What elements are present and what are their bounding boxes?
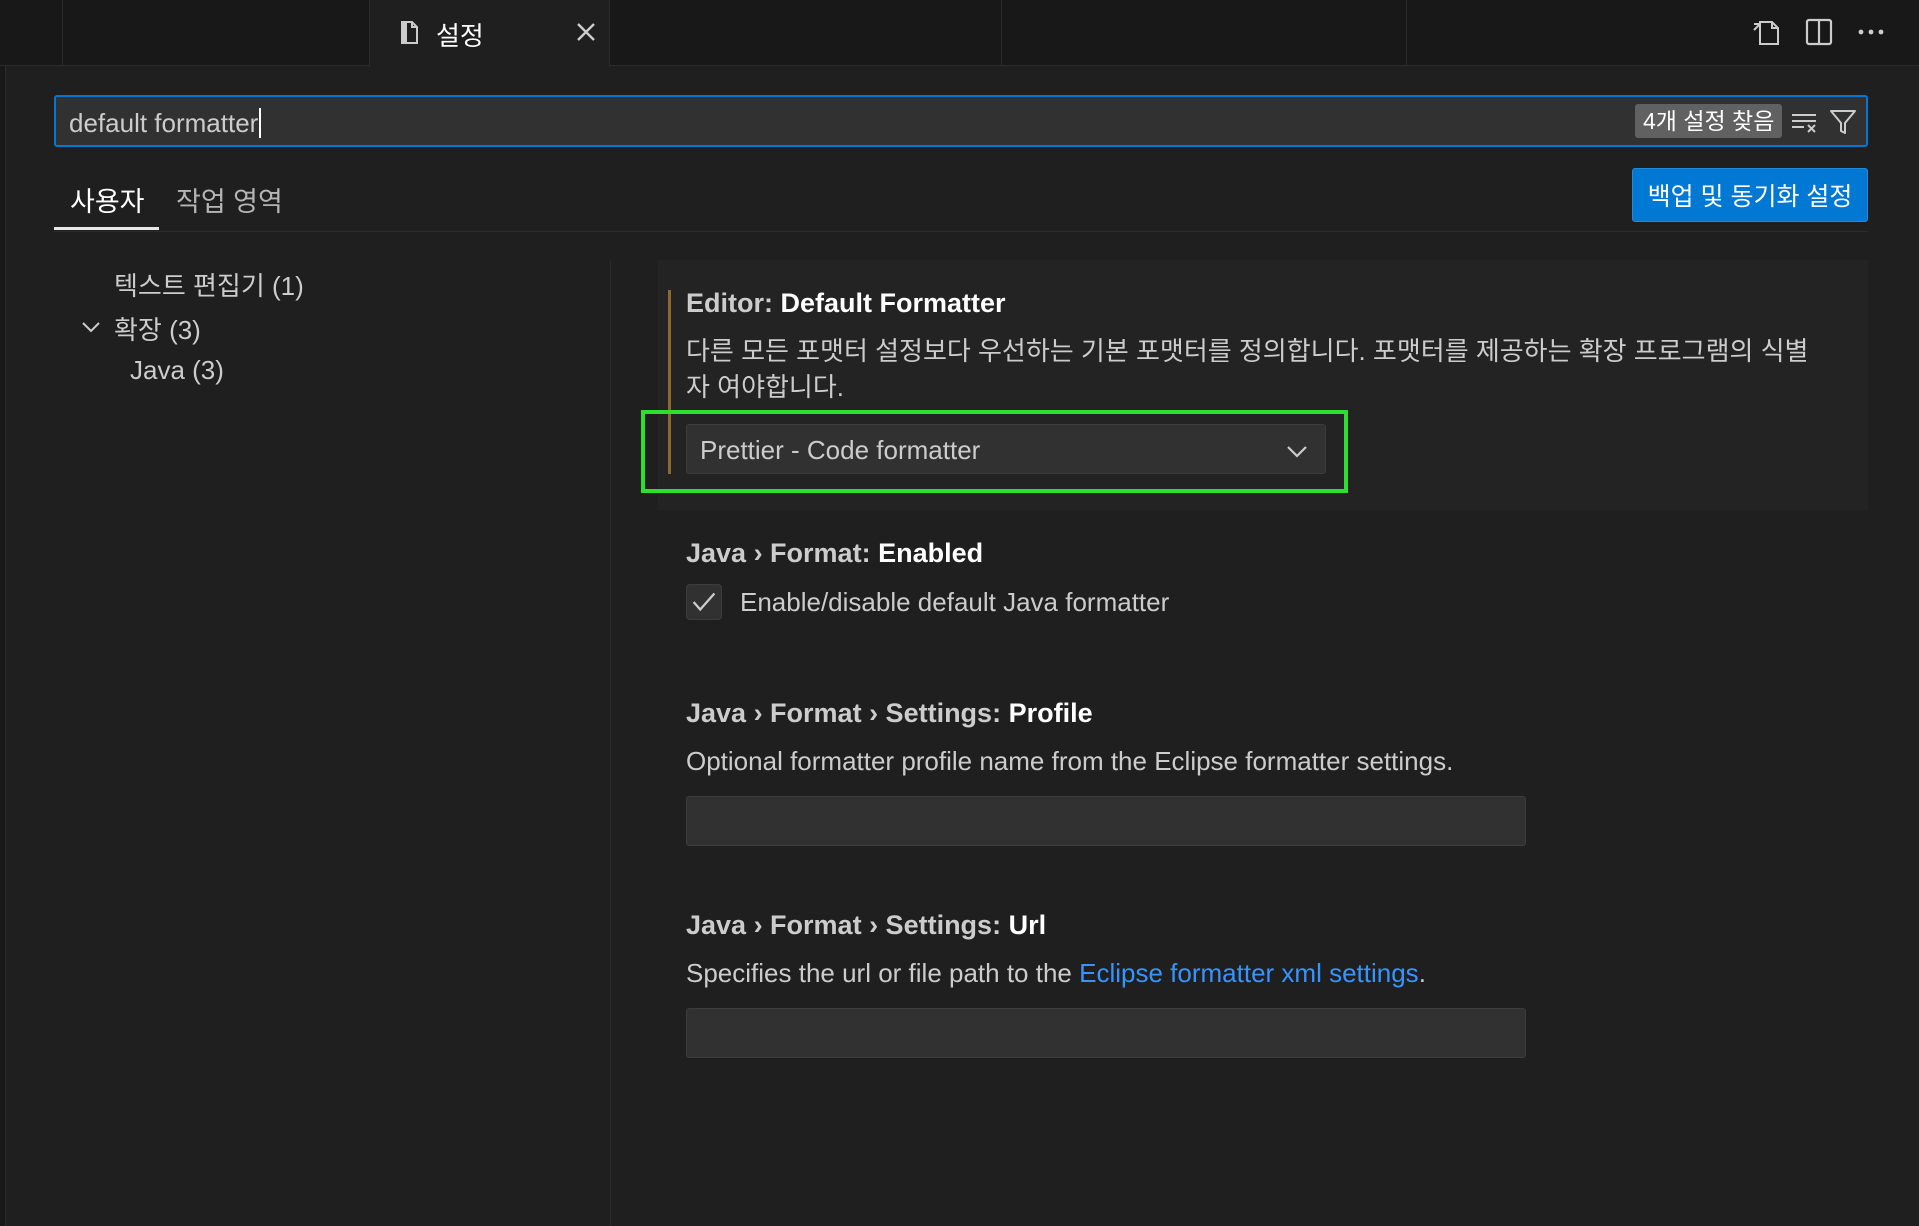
scope-divider [54,231,1868,232]
split-editor-icon[interactable] [1801,14,1837,50]
setting-category: Java › Format › Settings: [686,910,1009,940]
setting-category: Editor: [686,288,781,318]
setting-title: Java › Format: Enabled [686,538,983,569]
select-value: Prettier - Code formatter [700,435,981,465]
description-line: 다른 모든 포맷터 설정보다 우선하는 기본 포맷터를 정의합니다. 포맷터를 … [686,336,1809,366]
backup-sync-button[interactable]: 백업 및 동기화 설정 [1632,168,1868,222]
tab-separator [1001,0,1002,66]
toc-item-extensions[interactable]: 확장 (3) [114,310,201,347]
setting-title: Java › Format › Settings: Profile [686,698,1093,729]
more-actions-icon[interactable] [1853,14,1889,50]
description-text: Specifies the url or file path to the [686,958,1080,988]
close-icon[interactable] [568,14,604,50]
toc-item-text-editor[interactable]: 텍스트 편집기 (1) [114,266,304,303]
search-value[interactable]: default formatter [69,108,262,138]
tab-separator [1406,0,1407,66]
setting-category: Java › Format: [686,538,879,568]
check-icon [692,592,716,612]
activity-edge [0,0,6,1226]
tab-workspace[interactable]: 작업 영역 [176,180,283,219]
settings-search-input[interactable]: default formatter 4개 설정 찾음 [54,95,1868,147]
chevron-down-icon [1287,446,1307,458]
setting-key: Profile [1008,698,1093,728]
toc-divider [610,260,611,1226]
description-line: 자 여야합니다. [686,372,844,402]
clear-filter-icon[interactable] [1789,107,1819,137]
setting-description: Specifies the url or file path to the Ec… [686,955,1426,991]
setting-title: Java › Format › Settings: Url [686,910,1046,941]
editor-tab-bar: 설정 [0,0,1919,67]
tab-user[interactable]: 사용자 [70,180,145,219]
description-text: . [1418,958,1426,988]
open-settings-json-icon[interactable] [1750,14,1786,50]
profile-input[interactable] [686,796,1526,846]
setting-description: Optional formatter profile name from the… [686,746,1454,776]
tab-settings[interactable]: 설정 [369,0,610,67]
setting-title: Editor: Default Formatter [686,288,1006,319]
file-icon [401,21,418,44]
toc-item-java[interactable]: Java (3) [130,355,224,386]
chevron-down-icon[interactable] [80,316,102,338]
setting-category: Java › Format › Settings: [686,698,1009,728]
active-tab-indicator [54,227,159,230]
checkbox-label[interactable]: Enable/disable default Java formatter [740,584,1169,620]
setting-key: Enabled [878,538,984,568]
tab-title: 설정 [436,21,484,51]
eclipse-settings-link[interactable]: Eclipse formatter xml settings [1079,958,1419,988]
focus-indicator [668,290,671,474]
setting-key: Url [1008,910,1047,940]
filter-icon[interactable] [1828,107,1858,137]
setting-description: 다른 모든 포맷터 설정보다 우선하는 기본 포맷터를 정의합니다. 포맷터를 … [686,333,1856,405]
search-result-count: 4개 설정 찾음 [1635,104,1783,138]
tab-separator [62,0,63,66]
java-format-enabled-checkbox[interactable] [686,584,722,620]
setting-key: Default Formatter [780,288,1006,318]
default-formatter-select[interactable]: Prettier - Code formatter [686,424,1326,474]
url-input[interactable] [686,1008,1526,1058]
